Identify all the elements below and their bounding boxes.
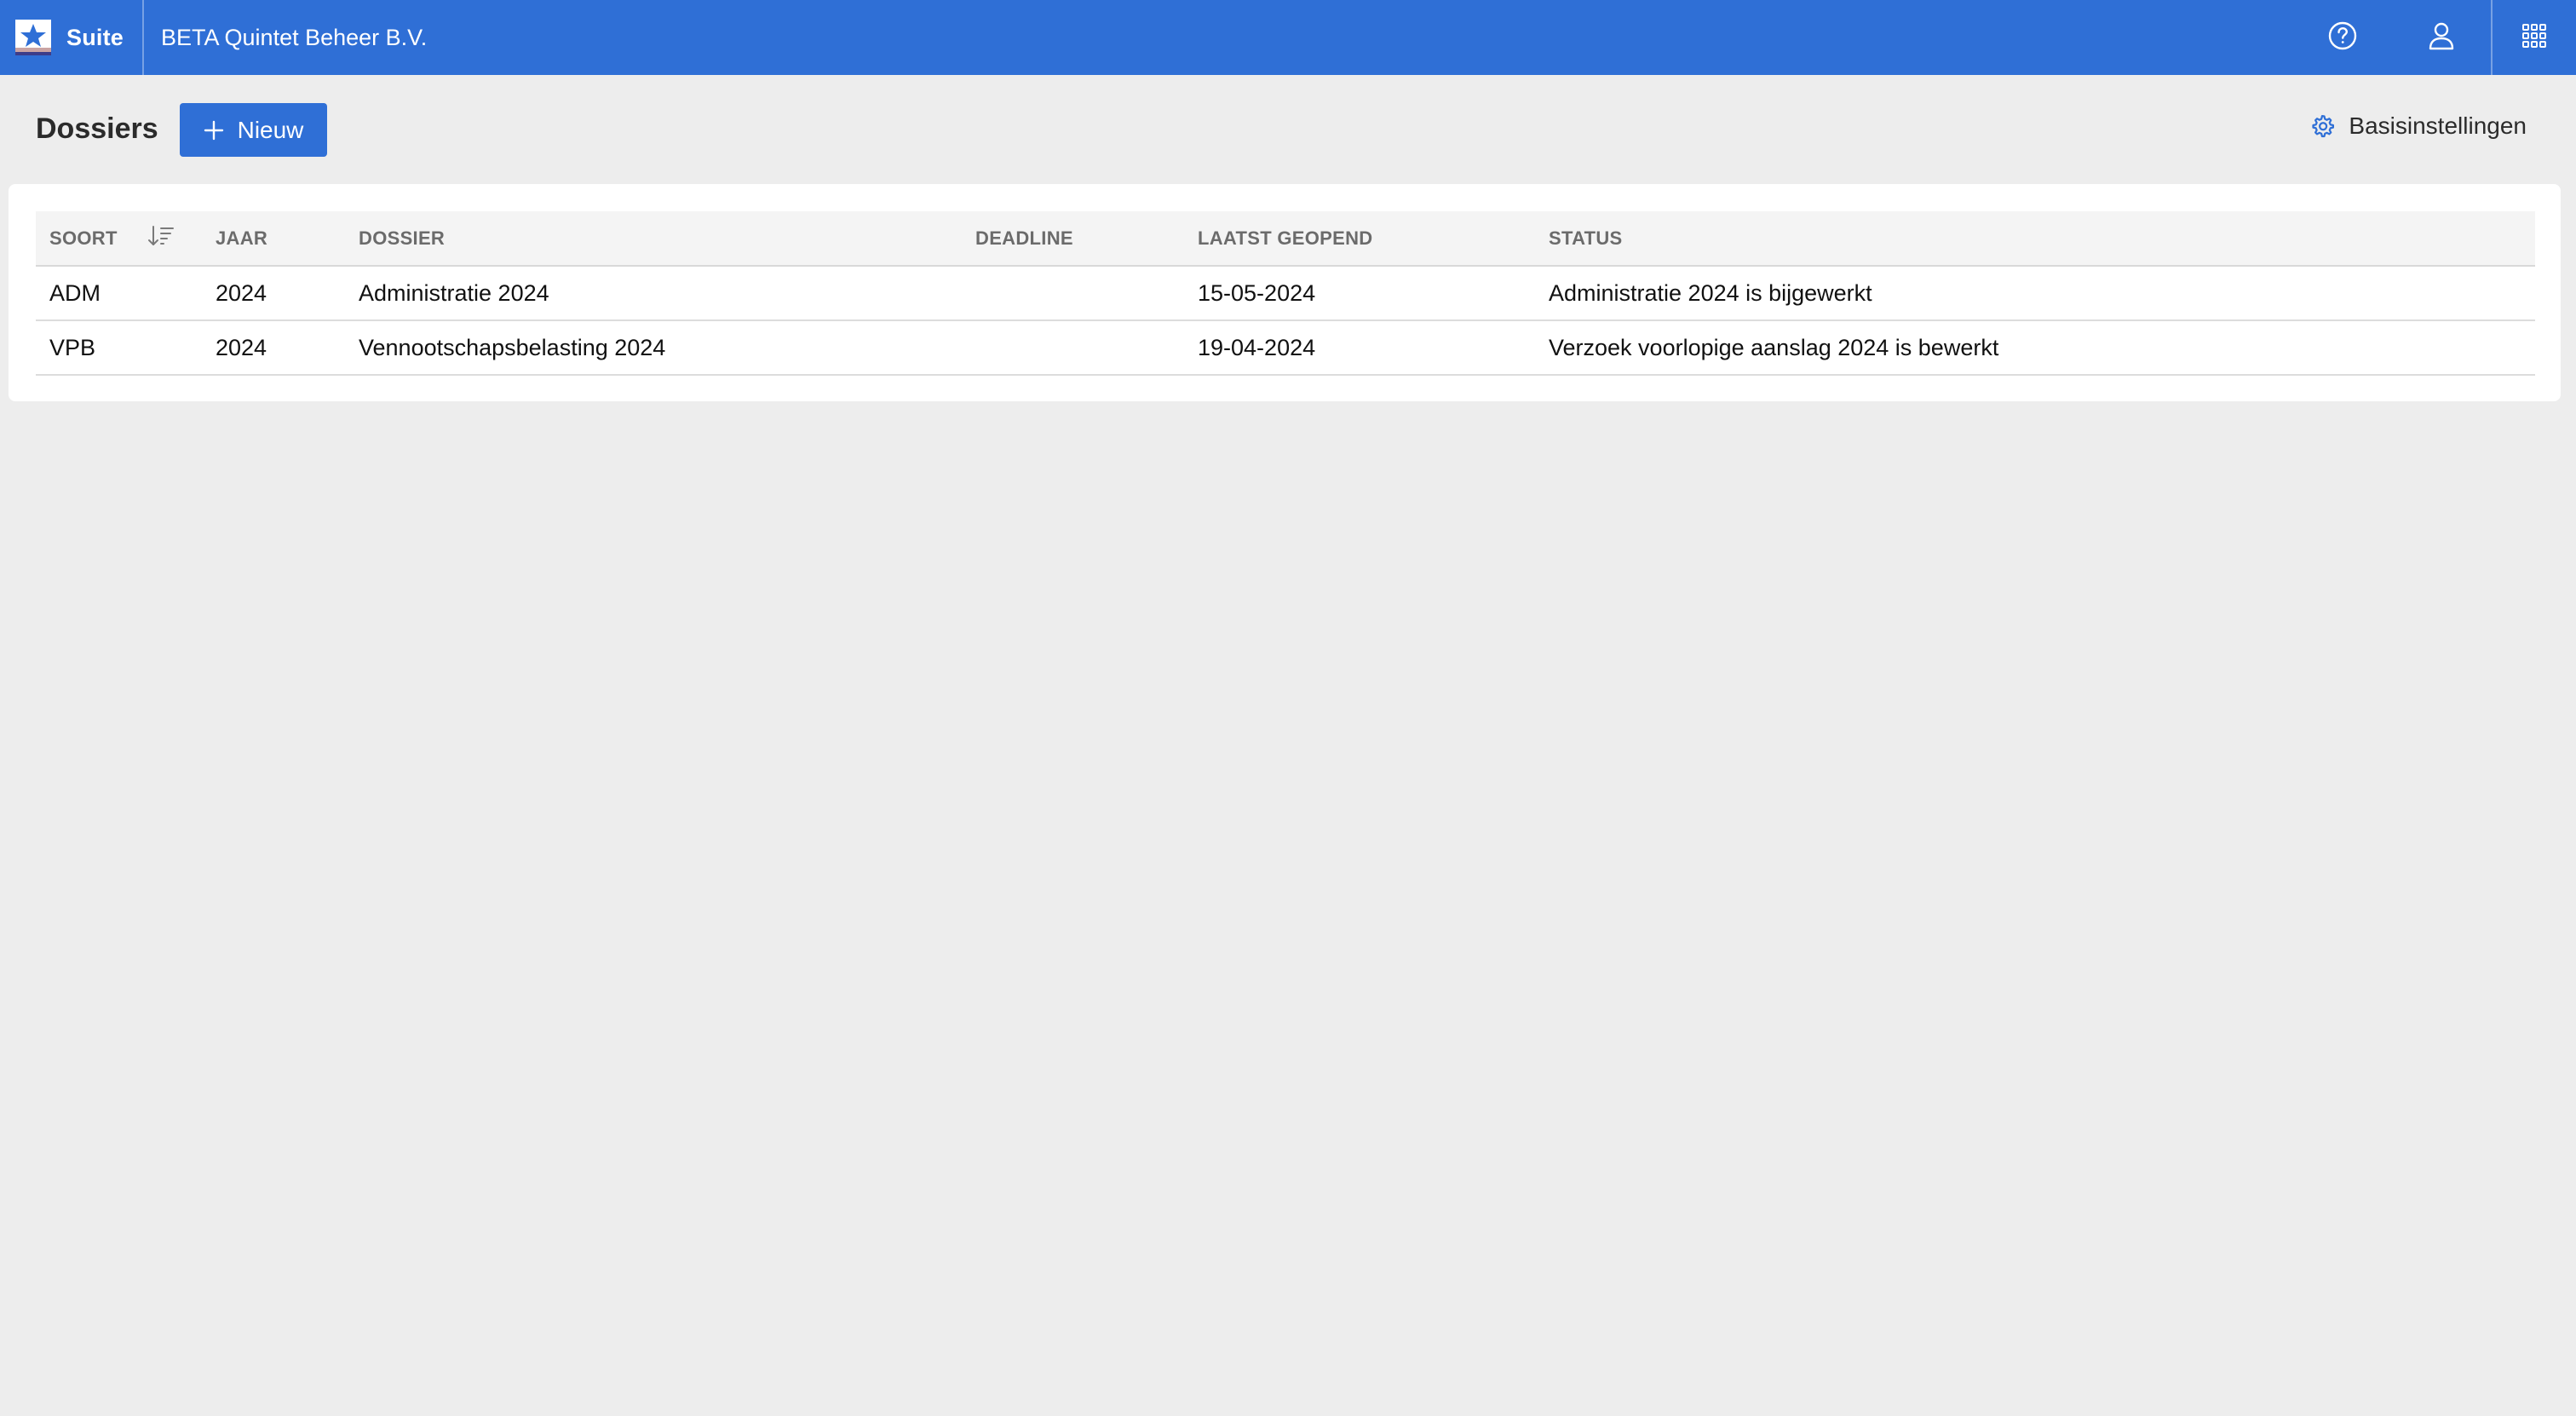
cell-laatst-geopend: 19-04-2024 xyxy=(1184,320,1535,376)
page-title: Dossiers xyxy=(36,112,158,145)
user-button[interactable] xyxy=(2392,0,2491,75)
column-header-deadline[interactable]: DEADLINE xyxy=(962,211,1184,267)
brand[interactable]: Suite xyxy=(0,0,145,75)
sort-toggle[interactable] xyxy=(147,211,202,267)
sort-descending-icon[interactable] xyxy=(147,224,175,248)
table-header-row: SOORT JAAR DOSSIER DEADLINE LAATST GEOPE… xyxy=(36,211,2535,267)
company-name[interactable]: BETA Quintet Beheer B.V. xyxy=(161,25,427,51)
cell-soort: VPB xyxy=(36,320,147,376)
cell-status: Administratie 2024 is bijgewerkt xyxy=(1535,266,2535,321)
column-header-soort[interactable]: SOORT xyxy=(36,211,147,267)
new-dossier-button[interactable]: Nieuw xyxy=(180,103,327,157)
star-logo-icon xyxy=(15,20,51,55)
column-header-dossier[interactable]: DOSSIER xyxy=(345,211,962,267)
column-header-jaar[interactable]: JAAR xyxy=(202,211,345,267)
gear-icon xyxy=(2309,113,2335,139)
new-button-label: Nieuw xyxy=(237,116,304,143)
cell-laatst-geopend: 15-05-2024 xyxy=(1184,266,1535,321)
user-icon xyxy=(2426,20,2457,55)
cell-jaar: 2024 xyxy=(202,266,345,321)
column-header-status[interactable]: STATUS xyxy=(1535,211,2535,267)
dossiers-table: SOORT JAAR DOSSIER DEADLINE LAATST GEOPE… xyxy=(36,211,2535,376)
cell-sort-spacer xyxy=(147,320,202,376)
base-settings-link[interactable]: Basisinstellingen xyxy=(2309,112,2527,140)
cell-deadline xyxy=(962,320,1184,376)
table-row[interactable]: VPB 2024 Vennootschapsbelasting 2024 19-… xyxy=(36,320,2535,376)
top-bar: Suite BETA Quintet Beheer B.V. xyxy=(0,0,2576,75)
cell-dossier: Vennootschapsbelasting 2024 xyxy=(345,320,962,376)
cell-sort-spacer xyxy=(147,266,202,321)
settings-label: Basisinstellingen xyxy=(2349,112,2527,139)
help-button[interactable] xyxy=(2293,0,2392,75)
topbar-actions xyxy=(2293,0,2576,75)
cell-soort: ADM xyxy=(36,266,147,321)
app-name: Suite xyxy=(66,24,124,50)
apps-grid-icon xyxy=(2521,23,2547,53)
cell-dossier: Administratie 2024 xyxy=(345,266,962,321)
cell-jaar: 2024 xyxy=(202,320,345,376)
table-row[interactable]: ADM 2024 Administratie 2024 15-05-2024 A… xyxy=(36,266,2535,321)
column-header-laatst-geopend[interactable]: LAATST GEOPEND xyxy=(1184,211,1535,267)
page-header: Dossiers Nieuw Basisinstellingen xyxy=(0,75,2576,184)
cell-status: Verzoek voorlopige aanslag 2024 is bewer… xyxy=(1535,320,2535,376)
plus-icon xyxy=(204,120,224,141)
apps-menu-button[interactable] xyxy=(2491,0,2576,75)
dossiers-card: SOORT JAAR DOSSIER DEADLINE LAATST GEOPE… xyxy=(9,184,2561,401)
cell-deadline xyxy=(962,266,1184,321)
help-circle-icon xyxy=(2327,20,2358,55)
